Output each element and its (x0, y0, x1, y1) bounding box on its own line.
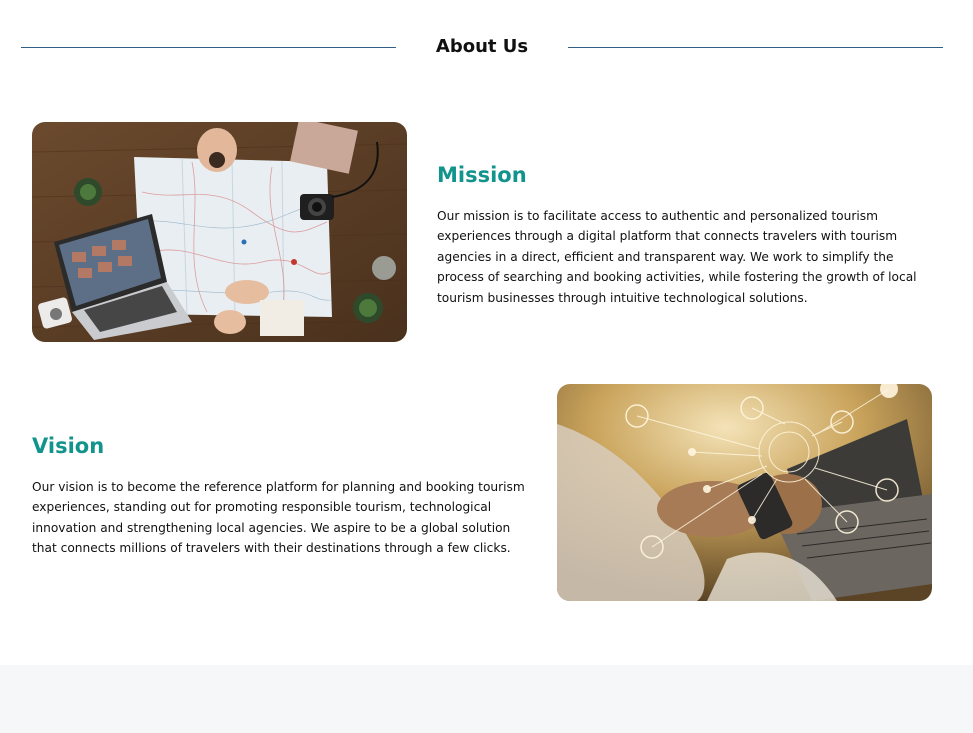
about-section-header: About Us (0, 0, 973, 100)
footer-band (0, 665, 973, 733)
header-divider-left (21, 47, 396, 48)
vision-title: Vision (32, 434, 105, 458)
mission-title: Mission (437, 163, 527, 187)
mission-text: Our mission is to facilitate access to a… (437, 209, 917, 305)
section-title: About Us (435, 36, 529, 57)
vision-text: Our vision is to become the reference pl… (32, 480, 525, 556)
vision-image (557, 384, 932, 601)
header-divider-right (568, 47, 943, 48)
mission-image (32, 122, 407, 342)
